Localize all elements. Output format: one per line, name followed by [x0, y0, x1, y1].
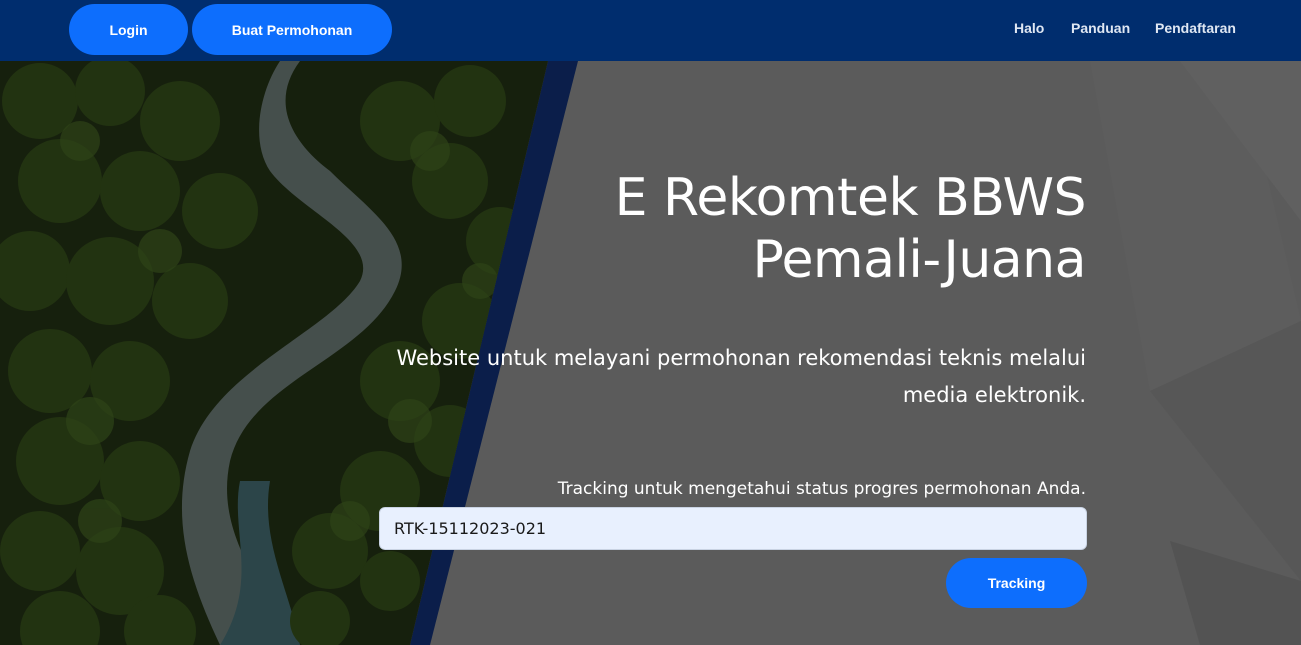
top-navbar: Login Buat Permohonan Halo Panduan Penda…	[0, 0, 1301, 61]
hero-subtitle: Website untuk melayani permohonan rekome…	[346, 340, 1086, 414]
hero-section: E Rekomtek BBWS Pemali-Juana Website unt…	[0, 61, 1301, 645]
nav-link-halo[interactable]: Halo	[1014, 20, 1044, 36]
page-title: E Rekomtek BBWS Pemali-Juana	[386, 167, 1087, 291]
tracking-label: Tracking untuk mengetahui status progres…	[557, 479, 1086, 499]
login-button[interactable]: Login	[69, 4, 188, 55]
subtitle-line-2: media elektronik.	[902, 383, 1086, 407]
tracking-button[interactable]: Tracking	[946, 558, 1087, 608]
title-line-1: E Rekomtek BBWS	[614, 168, 1087, 228]
title-line-2: Pemali-Juana	[752, 230, 1086, 290]
tracking-input[interactable]	[379, 507, 1087, 550]
nav-link-pendaftaran[interactable]: Pendaftaran	[1155, 20, 1236, 36]
nav-link-panduan[interactable]: Panduan	[1071, 20, 1130, 36]
subtitle-line-1: Website untuk melayani permohonan rekome…	[396, 346, 1086, 370]
buat-permohonan-button[interactable]: Buat Permohonan	[192, 4, 392, 55]
